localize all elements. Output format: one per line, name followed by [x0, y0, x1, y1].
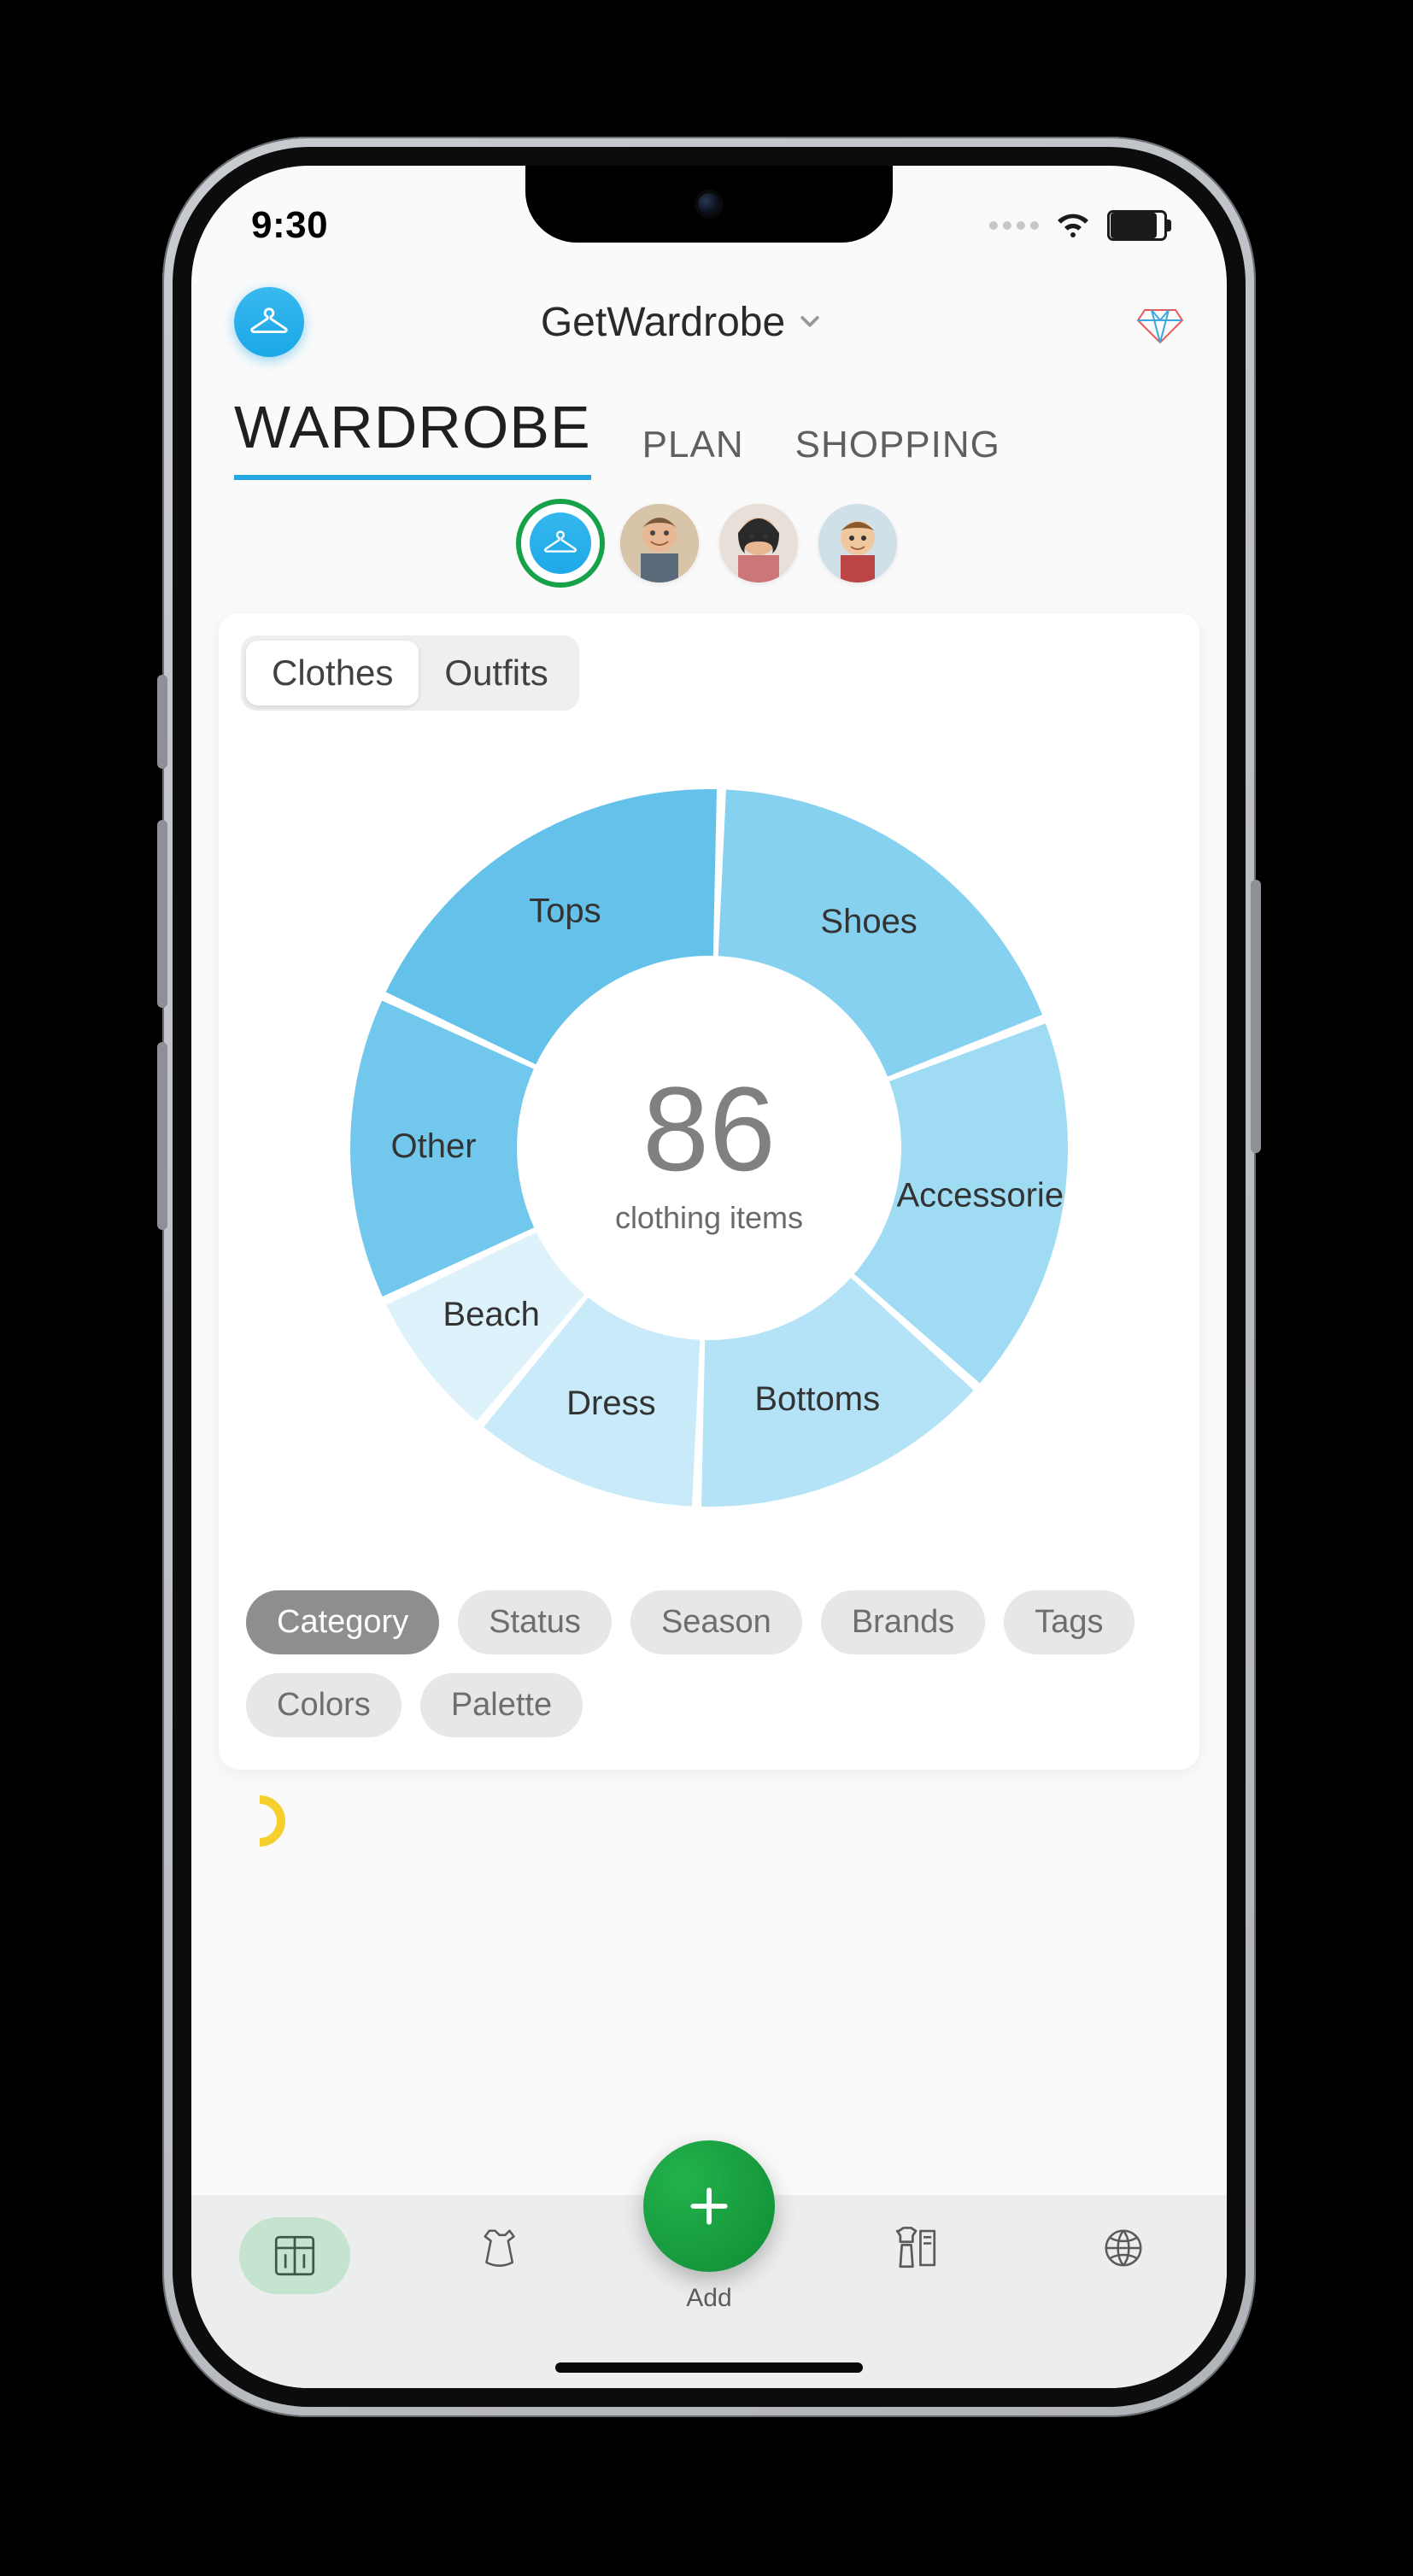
- nav-wardrobe[interactable]: [226, 2217, 363, 2294]
- mute-switch: [157, 675, 167, 769]
- avatar-icon: [818, 504, 897, 583]
- chip-brands[interactable]: Brands: [821, 1590, 985, 1654]
- total-subtitle: clothing items: [615, 1200, 803, 1236]
- power-button: [1251, 880, 1261, 1153]
- chip-tags[interactable]: Tags: [1004, 1590, 1134, 1654]
- cellular-dots-icon: [989, 221, 1039, 230]
- plus-icon: [685, 2182, 733, 2230]
- total-count: 86: [642, 1060, 776, 1198]
- screen: 9:30: [191, 166, 1227, 2388]
- profile-selector: [191, 480, 1227, 605]
- hanger-icon: [541, 524, 580, 563]
- nav-explore[interactable]: [1055, 2217, 1192, 2279]
- profile-person-1[interactable]: [620, 504, 699, 583]
- home-indicator: [555, 2362, 863, 2373]
- chip-category[interactable]: Category: [246, 1590, 439, 1654]
- app-title-text: GetWardrobe: [541, 299, 785, 346]
- status-time: 9:30: [251, 204, 328, 247]
- nav-outfits[interactable]: [847, 2217, 984, 2279]
- profile-default[interactable]: [521, 504, 600, 583]
- wifi-icon: [1054, 212, 1092, 239]
- next-card-peek: [191, 1770, 1227, 1847]
- volume-up-button: [157, 820, 167, 1008]
- tab-shopping[interactable]: SHOPPING: [795, 424, 1000, 480]
- wardrobe-card: Clothes Outfits TopsShoesAccessorieBotto…: [219, 613, 1199, 1770]
- avatar-icon: [719, 504, 798, 583]
- profile-person-3[interactable]: [818, 504, 897, 583]
- premium-diamond-button[interactable]: [1136, 298, 1184, 346]
- dress-icon: [479, 2225, 525, 2271]
- wardrobe-icon: [270, 2231, 320, 2280]
- donut-chart[interactable]: TopsShoesAccessorieBottomsDressBeachOthe…: [299, 738, 1119, 1558]
- avatar-icon: [620, 504, 699, 583]
- tab-wardrobe[interactable]: WARDROBE: [234, 393, 591, 480]
- volume-down-button: [157, 1042, 167, 1230]
- chevron-down-icon: [797, 309, 823, 335]
- battery-icon: [1107, 210, 1167, 241]
- chip-status[interactable]: Status: [458, 1590, 612, 1654]
- seg-outfits[interactable]: Outfits: [419, 641, 573, 705]
- coin-icon: [224, 1785, 296, 1858]
- chip-season[interactable]: Season: [630, 1590, 802, 1654]
- notch: [525, 166, 893, 243]
- globe-icon: [1100, 2225, 1146, 2271]
- top-tabs: WARDROBE PLAN SHOPPING: [191, 357, 1227, 480]
- chip-colors[interactable]: Colors: [246, 1673, 402, 1737]
- tab-plan[interactable]: PLAN: [642, 424, 744, 480]
- seg-clothes[interactable]: Clothes: [246, 641, 419, 705]
- add-button[interactable]: [643, 2140, 775, 2272]
- profile-person-2[interactable]: [719, 504, 798, 583]
- nav-clothes[interactable]: [434, 2217, 571, 2279]
- chip-palette[interactable]: Palette: [420, 1673, 583, 1737]
- diamond-icon: [1136, 298, 1184, 346]
- filter-chips: Category Status Season Brands Tags Color…: [241, 1573, 1177, 1763]
- app-title-dropdown[interactable]: GetWardrobe: [248, 299, 1116, 346]
- bottom-nav: Add: [191, 2195, 1227, 2388]
- donut-center: 86 clothing items: [299, 738, 1119, 1558]
- nav-add-label: Add: [686, 2284, 731, 2313]
- segmented-control: Clothes Outfits: [241, 635, 579, 711]
- phone-hardware: 9:30: [162, 137, 1256, 2417]
- outfit-icon: [891, 2223, 941, 2273]
